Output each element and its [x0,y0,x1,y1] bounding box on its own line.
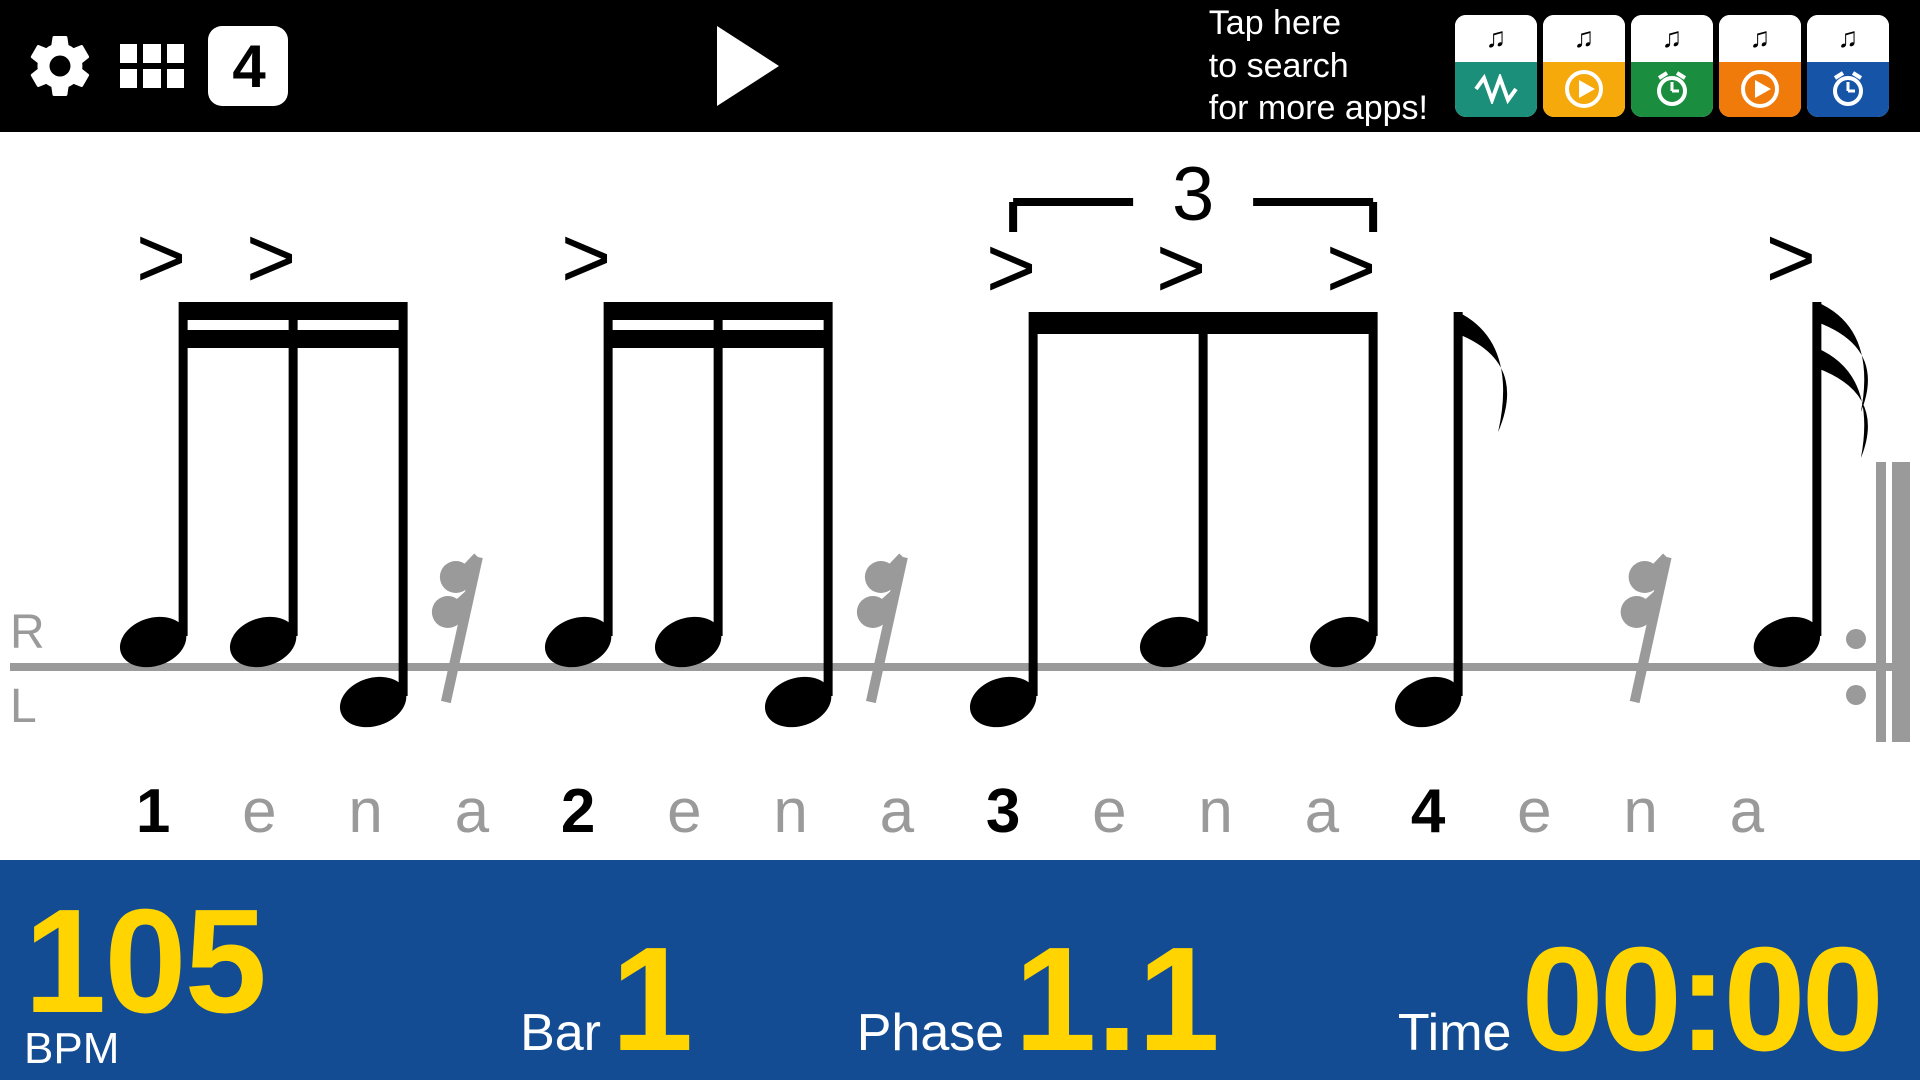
app-tile-2[interactable]: ♫ [1628,12,1716,120]
svg-text:a: a [1730,777,1765,846]
svg-text:n: n [348,777,382,846]
svg-text:>: > [561,210,611,306]
time-label: Time [1398,1003,1512,1063]
bpm-value[interactable]: 105 [24,888,265,1036]
svg-text:>: > [986,220,1036,316]
app-tile-notation-icon: ♫ [1631,15,1713,62]
svg-text:>: > [246,210,296,306]
svg-text:4: 4 [1411,777,1446,846]
beat-count-button[interactable]: 4 [208,26,288,106]
svg-text:>: > [1766,210,1816,306]
top-bar: 4 Tap here to search for more apps! ♫♫♫♫… [0,0,1920,132]
app-tile-icon [1719,62,1801,117]
bpm-label: BPM [24,1024,119,1074]
app-tile-notation-icon: ♫ [1543,15,1625,62]
app-tile-4[interactable]: ♫ [1804,12,1892,120]
bar-label: Bar [520,1003,601,1063]
svg-text:e: e [242,777,276,846]
svg-text:a: a [455,777,490,846]
svg-text:n: n [773,777,807,846]
phase-value[interactable]: 1.1 [1014,926,1220,1074]
app-tile-0[interactable]: ♫ [1452,12,1540,120]
svg-text:2: 2 [561,777,595,846]
svg-text:1: 1 [136,777,170,846]
beat-count-value: 4 [232,32,263,101]
search-apps-text[interactable]: Tap here to search for more apps! [1209,2,1428,130]
app-tile-icon [1807,62,1889,117]
gear-icon [24,30,96,102]
app-strip: ♫♫♫♫♫ [1452,12,1896,120]
app-tile-icon [1543,62,1625,117]
app-tile-icon [1455,62,1537,117]
notation-area[interactable]: RL1ena2ena3ena4ena>>>>>>3> [0,132,1920,860]
svg-text:>: > [136,210,186,306]
svg-text:R: R [10,606,45,659]
app-tile-notation-icon: ♫ [1807,15,1889,62]
phase-label: Phase [857,1003,1004,1063]
grid-icon [120,44,184,88]
notation-svg: RL1ena2ena3ena4ena>>>>>>3> [0,132,1920,860]
svg-text:3: 3 [986,777,1020,846]
svg-text:e: e [667,777,701,846]
play-button[interactable] [717,26,779,106]
app-tile-3[interactable]: ♫ [1716,12,1804,120]
svg-text:n: n [1198,777,1232,846]
svg-text:L: L [10,680,37,733]
app-tile-notation-icon: ♫ [1455,15,1537,62]
svg-text:3: 3 [1172,152,1214,237]
time-value[interactable]: 00:00 [1521,926,1880,1074]
app-tile-notation-icon: ♫ [1719,15,1801,62]
svg-text:>: > [1326,220,1376,316]
svg-text:a: a [1305,777,1340,846]
grid-view-button[interactable] [120,44,184,88]
settings-button[interactable] [24,30,96,102]
app-tile-icon [1631,62,1713,117]
svg-text:n: n [1623,777,1657,846]
svg-text:a: a [880,777,915,846]
status-bar: 105 BPM Bar 1 Phase 1.1 Time 00:00 [0,860,1920,1080]
svg-text:e: e [1092,777,1126,846]
bar-value[interactable]: 1 [611,926,693,1074]
app-tile-1[interactable]: ♫ [1540,12,1628,120]
svg-text:e: e [1517,777,1551,846]
